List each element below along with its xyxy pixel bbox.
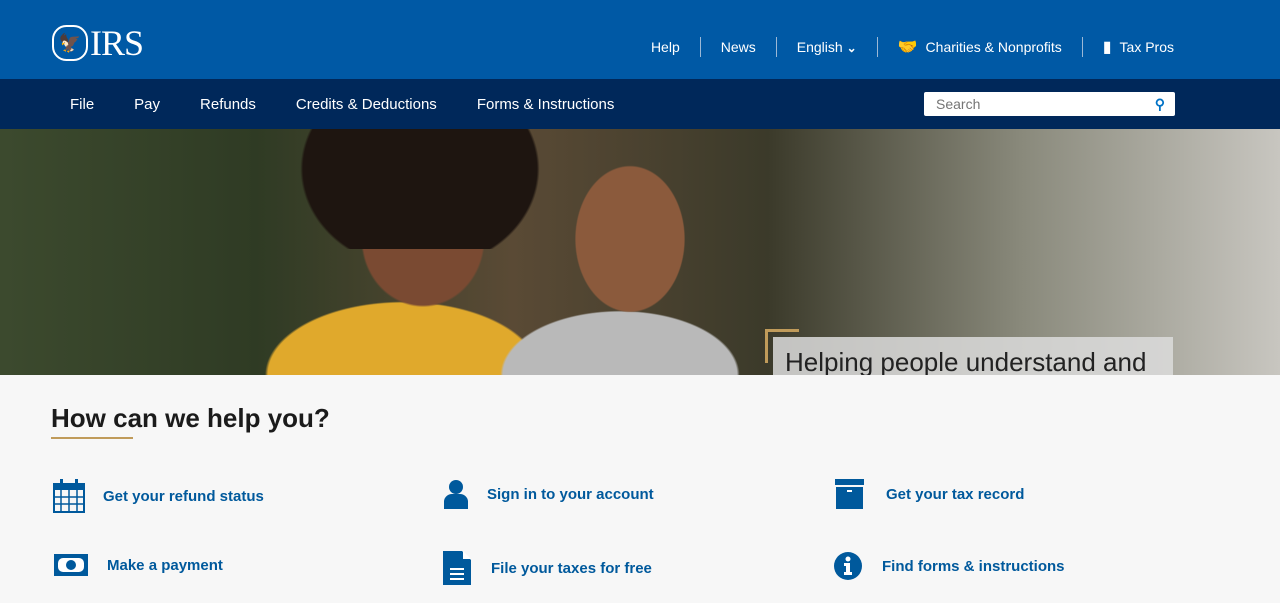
user-icon — [444, 480, 468, 509]
nav-refunds[interactable]: Refunds — [200, 96, 256, 113]
section-title: How can we help you? — [51, 403, 330, 433]
header: 🦅 IRS Help News English ⌄ 🤝 Charities & No… — [0, 0, 1280, 79]
tax-pros-link[interactable]: ▮ Tax Pros — [1103, 37, 1174, 57]
search-icon[interactable]: ⚲ — [1155, 96, 1165, 113]
irs-logo[interactable]: 🦅 IRS — [52, 22, 144, 64]
news-link[interactable]: News — [721, 39, 756, 55]
help-link[interactable]: Help — [651, 39, 680, 55]
hero-banner: Helping people understand and meet their… — [0, 129, 1280, 375]
refund-status-link[interactable]: Get your refund status — [53, 479, 264, 513]
nav-pay[interactable]: Pay — [134, 96, 160, 113]
main-nav: File Pay Refunds Credits & Deductions Fo… — [0, 79, 1280, 129]
calendar-icon — [53, 479, 85, 513]
title-underline — [51, 437, 133, 439]
file-free-link[interactable]: File your taxes for free — [443, 551, 652, 585]
nav-credits-deductions[interactable]: Credits & Deductions — [296, 96, 437, 113]
money-icon — [54, 554, 88, 576]
handshake-icon: 🤝 — [897, 39, 918, 56]
info-icon — [834, 552, 862, 580]
hero-caption: Helping people understand and meet their… — [773, 337, 1173, 375]
sign-in-link[interactable]: Sign in to your account — [443, 479, 654, 509]
payment-link[interactable]: Make a payment — [53, 553, 223, 577]
help-section: How can we help you? Get your refund sta… — [0, 375, 1280, 603]
search-box: ⚲ — [924, 92, 1175, 116]
forms-instructions-link[interactable]: Find forms & instructions — [834, 551, 1065, 581]
book-icon: ▮ — [1102, 39, 1112, 56]
document-icon — [443, 551, 471, 585]
tax-record-link[interactable]: Get your tax record — [835, 479, 1024, 509]
eagle-seal-icon: 🦅 — [52, 25, 88, 61]
chevron-down-icon: ⌄ — [846, 41, 857, 55]
charities-link[interactable]: 🤝 Charities & Nonprofits — [898, 37, 1062, 57]
search-input[interactable] — [936, 96, 1155, 112]
nav-file[interactable]: File — [70, 96, 94, 113]
hero-photo-man — [500, 149, 740, 375]
utility-nav: Help News English ⌄ 🤝 Charities & Nonprof… — [651, 37, 1174, 57]
nav-forms-instructions[interactable]: Forms & Instructions — [477, 96, 615, 113]
language-select[interactable]: English ⌄ — [797, 39, 857, 55]
archive-box-icon — [835, 479, 864, 509]
